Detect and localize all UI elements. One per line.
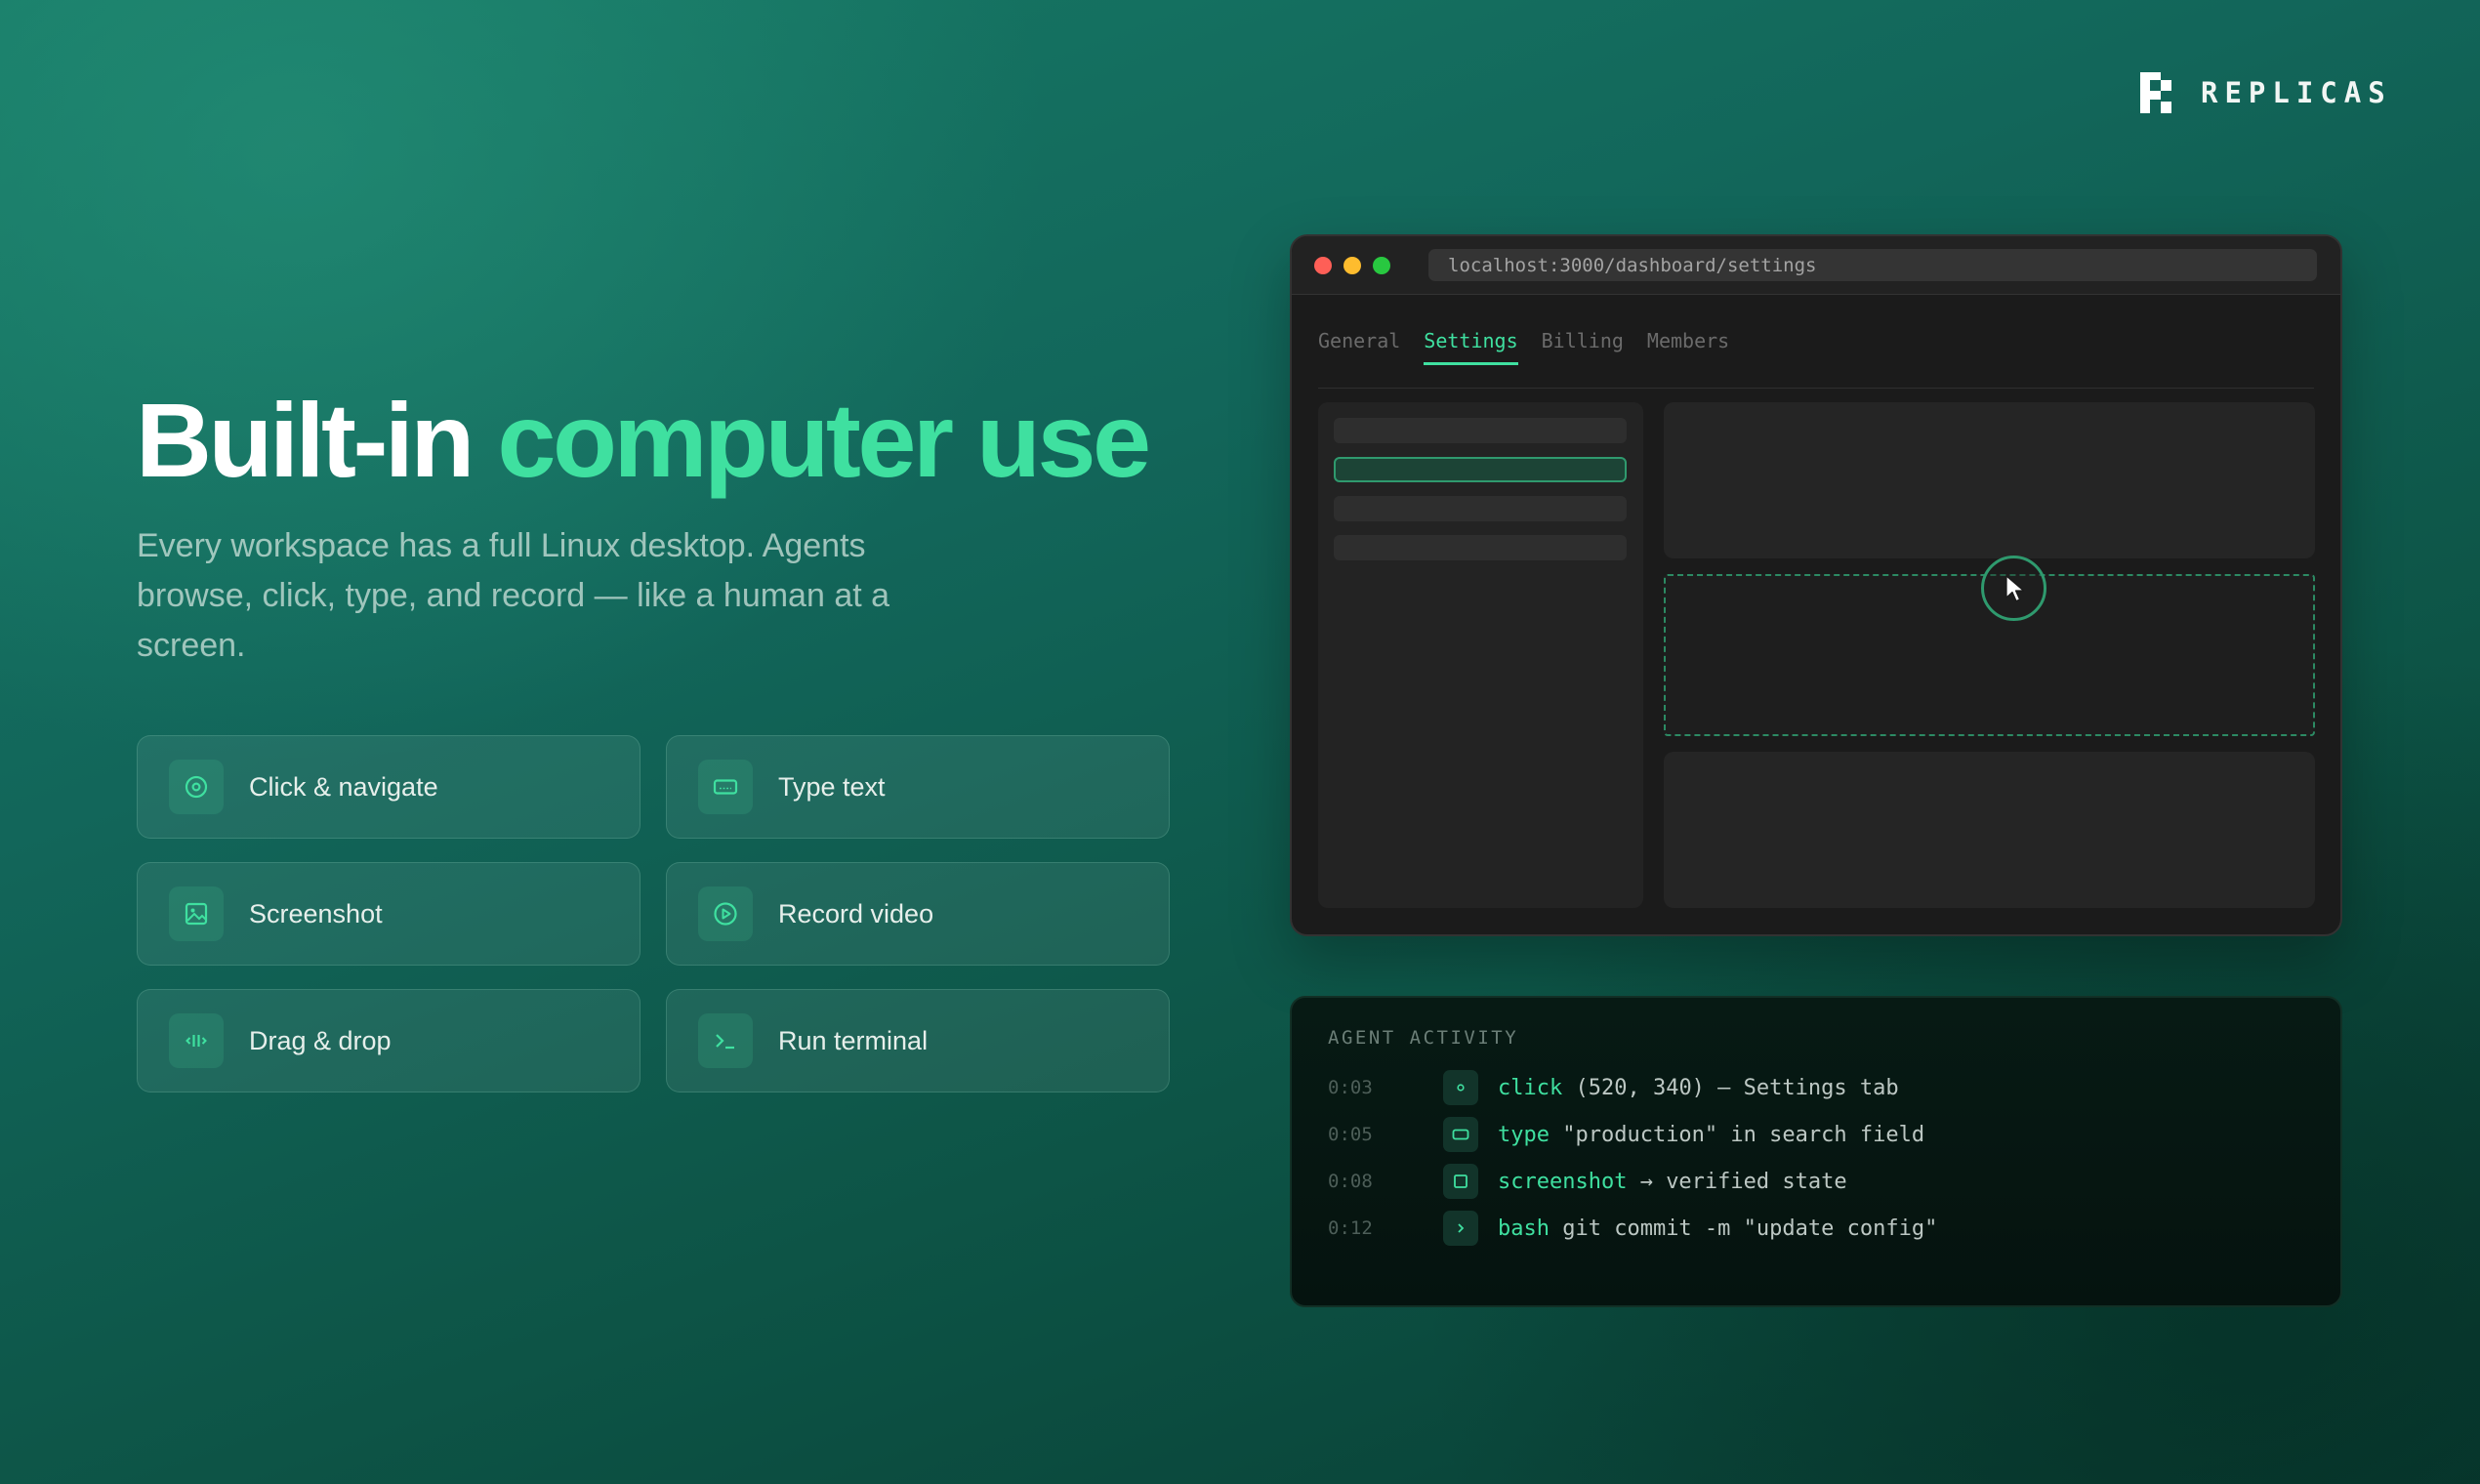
target-icon	[169, 760, 224, 814]
agent-cursor	[1981, 556, 2046, 621]
feature-label: Drag & drop	[249, 1025, 392, 1055]
entry-detail: git commit -m "update config"	[1549, 1216, 1938, 1241]
click-dot-icon	[1443, 1070, 1478, 1105]
keyboard-icon	[698, 760, 753, 814]
activity-title: AGENT ACTIVITY	[1328, 1027, 1519, 1049]
content-panel-bottom	[1664, 752, 2315, 908]
agent-activity-panel: AGENT ACTIVITY 0:03 click (520, 340) — S…	[1290, 996, 2342, 1307]
activity-entry: 0:12 bash git commit -m "update config"	[1328, 1211, 1937, 1246]
url-bar[interactable]: localhost:3000/dashboard/settings	[1428, 249, 2317, 281]
square-icon	[1443, 1164, 1478, 1199]
sidebar-item[interactable]	[1334, 418, 1627, 443]
feature-type-text[interactable]: Type text	[666, 735, 1170, 839]
brand[interactable]: REPLICAS	[2140, 72, 2392, 113]
close-window-button[interactable]	[1314, 256, 1332, 274]
entry-detail: → verified state	[1627, 1169, 1847, 1194]
hero-subtitle: Every workspace has a full Linux desktop…	[137, 527, 890, 664]
activity-entry: 0:03 click (520, 340) — Settings tab	[1328, 1070, 1899, 1105]
play-circle-icon	[698, 886, 753, 941]
entry-time: 0:08	[1328, 1171, 1373, 1192]
tab-billing[interactable]: Billing	[1542, 329, 1624, 363]
hero-title-accent: computer use	[497, 381, 1151, 499]
feature-label: Run terminal	[778, 1025, 929, 1055]
sidebar-item[interactable]	[1334, 535, 1627, 560]
hero-title: Built-in computer use	[136, 379, 1151, 501]
feature-click-navigate[interactable]: Click & navigate	[137, 735, 641, 839]
feature-label: Screenshot	[249, 898, 383, 928]
terminal-icon	[698, 1013, 753, 1068]
cursor-arrow-icon	[2005, 574, 2024, 601]
feature-drag-drop[interactable]: Drag & drop	[137, 989, 641, 1092]
entry-detail: (520, 340) — Settings tab	[1562, 1075, 1899, 1100]
feature-label: Click & navigate	[249, 771, 438, 802]
entry-time: 0:12	[1328, 1217, 1373, 1239]
feature-record-video[interactable]: Record video	[666, 862, 1170, 966]
settings-sidebar	[1318, 402, 1643, 908]
entry-time: 0:05	[1328, 1124, 1373, 1145]
settings-tabs: General Settings Billing Members	[1318, 329, 2314, 389]
hero-title-lead: Built-in	[136, 381, 475, 499]
feature-run-terminal[interactable]: Run terminal	[666, 989, 1170, 1092]
tab-general[interactable]: General	[1318, 329, 1400, 363]
keyboard-icon	[1443, 1117, 1478, 1152]
sidebar-item-active[interactable]	[1334, 457, 1627, 482]
activity-entry: 0:08 screenshot → verified state	[1328, 1164, 1847, 1199]
chevron-right-icon	[1443, 1211, 1478, 1246]
feature-grid: Click & navigate Type text Screenshot Re…	[137, 735, 1172, 1092]
entry-command: click	[1498, 1075, 1563, 1100]
drag-handle-icon	[169, 1013, 224, 1068]
tab-members[interactable]: Members	[1647, 329, 1729, 363]
entry-command: bash	[1498, 1216, 1550, 1241]
browser-window: localhost:3000/dashboard/settings Genera…	[1290, 234, 2342, 936]
sidebar-item[interactable]	[1334, 496, 1627, 521]
replicas-logo-icon	[2140, 72, 2171, 113]
content-panel-top	[1664, 402, 2315, 558]
minimize-window-button[interactable]	[1343, 256, 1361, 274]
feature-label: Type text	[778, 771, 886, 802]
browser-titlebar: localhost:3000/dashboard/settings	[1292, 236, 2340, 295]
entry-command: screenshot	[1498, 1169, 1628, 1194]
brand-name: REPLICAS	[2201, 76, 2392, 109]
image-icon	[169, 886, 224, 941]
feature-label: Record video	[778, 898, 934, 928]
entry-command: type	[1498, 1122, 1550, 1147]
maximize-window-button[interactable]	[1373, 256, 1390, 274]
entry-time: 0:03	[1328, 1077, 1373, 1098]
entry-detail: "production" in search field	[1549, 1122, 1925, 1147]
feature-screenshot[interactable]: Screenshot	[137, 862, 641, 966]
tab-settings[interactable]: Settings	[1424, 329, 1518, 365]
activity-entry: 0:05 type "production" in search field	[1328, 1117, 1924, 1152]
